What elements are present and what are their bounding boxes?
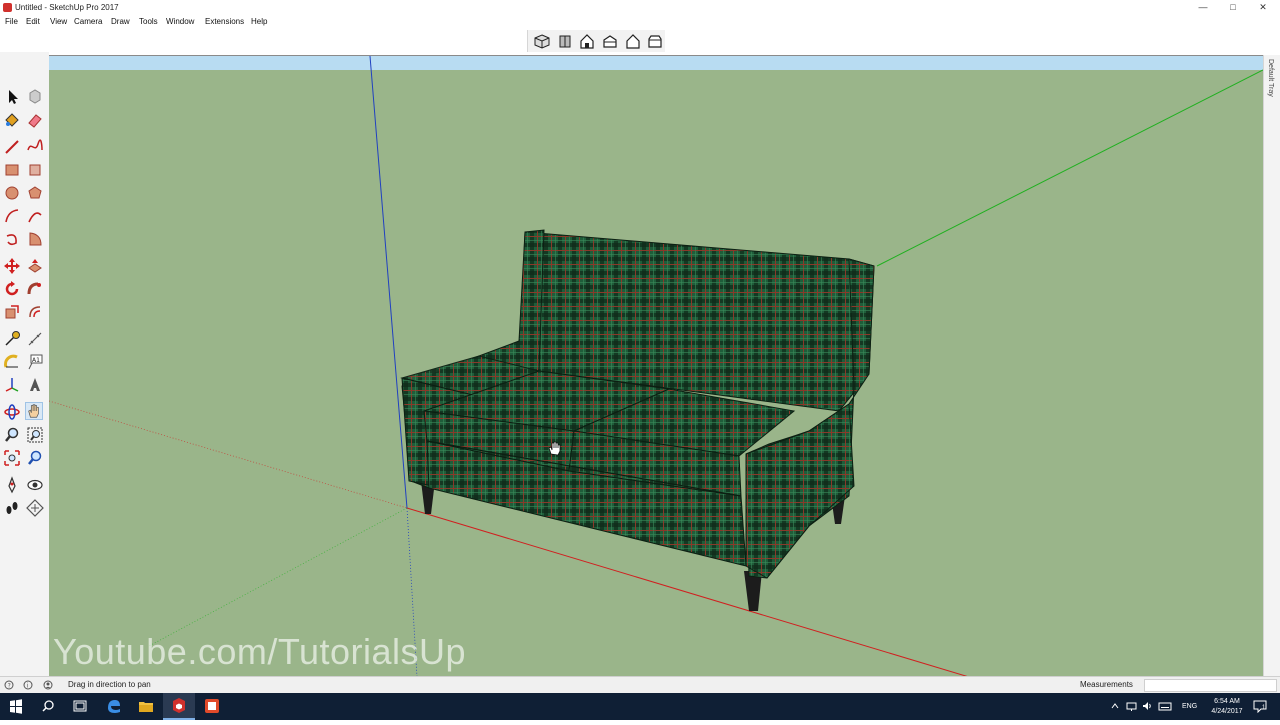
look-around-icon[interactable] (26, 476, 44, 494)
sketchup-icon (3, 3, 12, 12)
two-point-arc-icon[interactable] (26, 207, 44, 225)
back-view-icon[interactable] (625, 34, 641, 49)
sofa (400, 229, 875, 579)
watermark-text: Youtube.com/TutorialsUp (53, 631, 467, 672)
polygon-icon[interactable] (26, 184, 44, 202)
svg-text:?: ? (8, 683, 11, 690)
user-icon[interactable] (43, 680, 53, 690)
make-component-icon[interactable] (26, 88, 44, 106)
status-bar: ? i Drag in direction to pan Measurement… (0, 676, 1280, 693)
move-icon[interactable] (3, 257, 21, 275)
minimize-icon[interactable]: — (1188, 0, 1218, 15)
red-axis-hidden (49, 400, 408, 509)
paint-bucket-icon[interactable] (3, 111, 21, 129)
menu-extensions[interactable]: Extensions (205, 17, 244, 27)
default-tray[interactable]: Default Tray (1263, 55, 1280, 676)
language-indicator[interactable]: ENG (1182, 702, 1197, 711)
circle-icon[interactable] (3, 184, 21, 202)
edge-icon[interactable] (98, 693, 130, 720)
title-bar: Untitled - SketchUp Pro 2017 — □ ✕ (0, 0, 1280, 15)
modeling-viewport[interactable]: Youtube.com/TutorialsUp (49, 55, 1263, 676)
file-explorer-icon[interactable] (130, 693, 162, 720)
clock-date[interactable]: 4/24/2017 (1203, 707, 1251, 716)
protractor-icon[interactable] (3, 353, 21, 371)
iso-view-icon[interactable] (534, 34, 550, 49)
menu-tools[interactable]: Tools (139, 17, 158, 27)
previous-view-icon[interactable] (26, 449, 44, 467)
right-view-icon[interactable] (602, 34, 618, 49)
top-view-icon[interactable] (557, 34, 573, 49)
axes-icon[interactable] (3, 376, 21, 394)
info-icon[interactable]: ? (4, 680, 14, 690)
svg-text:A1: A1 (32, 357, 40, 364)
windows-start-icon[interactable] (0, 693, 32, 720)
blue-axis (369, 56, 408, 509)
keyboard-icon[interactable] (1158, 701, 1172, 711)
layout-icon[interactable] (196, 693, 228, 720)
credits-icon[interactable]: i (23, 680, 33, 690)
walk-icon[interactable] (3, 499, 21, 517)
menu-help[interactable]: Help (251, 17, 267, 27)
rotate-icon[interactable] (3, 280, 21, 298)
taskbar: ENG 6:54 AM 4/24/2017 1 (0, 693, 1280, 720)
maximize-icon[interactable]: □ (1218, 0, 1248, 15)
large-tool-set: A1 (0, 52, 49, 676)
zoom-extents-icon[interactable] (3, 449, 21, 467)
chevron-up-icon[interactable] (1110, 701, 1120, 711)
pan-icon[interactable] (25, 402, 43, 420)
sketchup-icon[interactable] (163, 693, 195, 720)
offset-icon[interactable] (26, 303, 44, 321)
default-tray-label: Default Tray (1267, 59, 1274, 97)
network-icon[interactable] (1126, 701, 1137, 711)
status-text: Drag in direction to pan (68, 680, 151, 689)
measurements-label: Measurements (1080, 680, 1133, 689)
green-axis-hidden (148, 507, 408, 647)
3d-text-icon[interactable] (26, 376, 44, 394)
menu-camera[interactable]: Camera (74, 17, 102, 27)
menu-bar: File Edit View Camera Draw Tools Window … (0, 15, 1280, 29)
line-icon[interactable] (3, 138, 21, 156)
menu-window[interactable]: Window (166, 17, 194, 27)
rectangle-icon[interactable] (3, 161, 21, 179)
close-icon[interactable]: ✕ (1248, 0, 1278, 15)
push-pull-icon[interactable] (26, 257, 44, 275)
menu-file[interactable]: File (5, 17, 18, 27)
tape-measure-icon[interactable] (3, 330, 21, 348)
pie-icon[interactable] (26, 230, 44, 248)
zoom-window-icon[interactable] (26, 426, 44, 444)
follow-me-icon[interactable] (26, 280, 44, 298)
zoom-icon[interactable] (3, 426, 21, 444)
notification-count: 1 (1262, 705, 1266, 711)
front-view-icon[interactable] (579, 34, 595, 49)
select-icon[interactable] (3, 88, 21, 106)
three-point-arc-icon[interactable] (3, 230, 21, 248)
volume-icon[interactable] (1142, 701, 1153, 711)
menu-view[interactable]: View (50, 17, 67, 27)
rotated-rectangle-icon[interactable] (26, 161, 44, 179)
views-toolbar (527, 30, 665, 52)
orbit-icon[interactable] (3, 403, 21, 421)
arc-icon[interactable] (3, 207, 21, 225)
freehand-icon[interactable] (26, 138, 44, 156)
window-title: Untitled - SketchUp Pro 2017 (15, 3, 119, 12)
eraser-icon[interactable] (26, 111, 44, 129)
scale-icon[interactable] (3, 303, 21, 321)
menu-edit[interactable]: Edit (26, 17, 40, 27)
left-view-icon[interactable] (647, 34, 663, 49)
search-icon[interactable] (32, 693, 64, 720)
green-axis (876, 69, 1263, 267)
section-plane-icon[interactable] (26, 499, 44, 517)
text-icon[interactable]: A1 (26, 353, 44, 371)
position-camera-icon[interactable] (3, 476, 21, 494)
measurements-box[interactable] (1144, 679, 1277, 692)
menu-draw[interactable]: Draw (111, 17, 130, 27)
clock-time[interactable]: 6:54 AM (1207, 697, 1247, 706)
scene (49, 56, 1263, 676)
dimension-icon[interactable] (26, 330, 44, 348)
task-view-icon[interactable] (64, 693, 96, 720)
